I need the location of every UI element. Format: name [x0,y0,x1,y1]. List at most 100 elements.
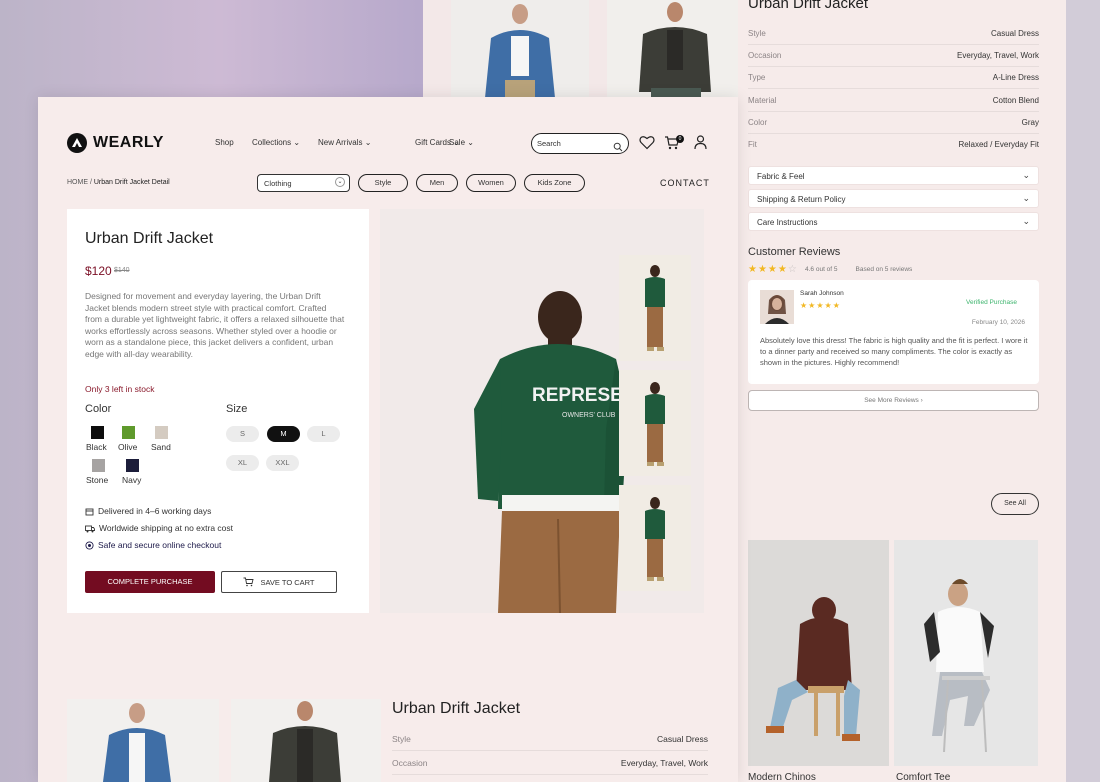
related-product-image[interactable] [894,540,1038,766]
nav-label: New Arrivals [318,138,363,147]
feature-text: Worldwide shipping at no extra cost [99,523,234,533]
stock-status: Only 3 left in stock [85,384,155,394]
breadcrumb-current: Urban Drift Jacket Detail [93,179,170,186]
reviewer-name: Sarah Johnson [800,290,844,297]
review-text: Absolutely love this dress! The fabric i… [760,336,1028,367]
nav-label: Collections [252,138,292,147]
nav-new-arrivals[interactable]: New Arrivals ⌄ [318,138,371,147]
accordion-label: Fabric & Feel [757,172,805,181]
see-all-button[interactable]: See All [991,493,1039,515]
chevron-down-icon: ⌄ [1022,170,1030,180]
rating-value: 4.6 out of 5 [805,266,838,273]
filter-chip-kids-zone[interactable]: Kids Zone [524,174,585,192]
related-product-name[interactable]: Modern Chinos [748,772,816,782]
chevron-down-icon: ⌄ [467,138,474,147]
size-option-s[interactable]: S [226,426,259,442]
product-page-main: WEARLY Shop Collections ⌄ New Arrivals ⌄… [38,97,738,782]
product-description: Designed for movement and everyday layer… [85,291,345,359]
complete-purchase-button[interactable]: COMPLETE PURCHASE [85,571,215,593]
brand-logo[interactable]: WEARLY [67,133,164,153]
svg-text:OWNERS' CLUB: OWNERS' CLUB [562,412,616,419]
filter-chip-men[interactable]: Men [416,174,458,192]
save-to-cart-button[interactable]: SAVE TO CART [221,571,337,593]
search-input[interactable]: Search [531,133,629,154]
spec-row: Material Cotton Blend [748,90,1039,112]
spec-value: Casual Dress [656,734,708,744]
size-option-xl[interactable]: XL [226,455,259,471]
accordion-fabric[interactable]: Fabric & Feel ⌄ [748,166,1039,185]
cart-count-badge: 0 [676,135,684,143]
search-placeholder: Search [537,139,561,148]
color-label: Black [86,442,107,452]
nav-label: Sale [449,138,466,147]
product-main-image: REPRESENT OWNERS' CLUB [380,209,704,613]
color-swatch-navy[interactable] [126,459,139,472]
chevron-down-icon: ⌄ [1022,193,1030,203]
size-option-l[interactable]: L [307,426,340,442]
denim-jacket-photo[interactable] [67,699,219,782]
related-product-image[interactable] [748,540,889,766]
chevron-down-icon: ⌄ [293,138,301,147]
accordion-label: Care Instructions [757,218,818,227]
size-option-xxl[interactable]: XXL [266,455,299,471]
color-label: Sand [151,442,171,452]
feature-text: Safe and secure online checkout [98,540,222,550]
color-label: Olive [118,442,138,452]
spec-row: Color Gray [748,112,1039,134]
size-option-m[interactable]: M [267,426,300,442]
heart-icon[interactable] [639,135,655,155]
spec-value: A-Line Dress [992,73,1039,82]
color-heading: Color [85,403,112,415]
spec-key: Occasion [392,758,428,768]
color-swatch-olive[interactable] [122,426,135,439]
product-info-card: Urban Drift Jacket $120 $140 Designed fo… [67,209,369,613]
search-icon[interactable] [613,139,623,157]
product-price: $120 [85,264,112,278]
user-icon[interactable] [694,135,707,155]
related-product-name[interactable]: Comfort Tee [896,772,950,782]
nav-collections[interactable]: Collections ⌄ [252,138,300,147]
product-old-price: $140 [114,267,130,274]
contact-link[interactable]: CONTACT [660,178,710,188]
color-swatch-stone[interactable] [92,459,105,472]
chevron-down-icon: ⌄ [364,138,372,147]
category-select-value: Clothing [264,179,292,188]
spec-row: Style Casual Dress [392,727,708,751]
accordion-shipping[interactable]: Shipping & Return Policy ⌄ [748,189,1039,208]
color-label: Navy [122,475,142,485]
nav-sale[interactable]: Sale ⌄ [449,138,474,147]
color-swatch-sand[interactable] [155,426,168,439]
color-swatch-black[interactable] [91,426,104,439]
category-select[interactable]: Clothing ⌄ [257,174,350,192]
filter-chip-women[interactable]: Women [466,174,516,192]
spec-value: Gray [1021,118,1039,127]
filter-chip-style[interactable]: Style [358,174,408,192]
feature-shipping: Worldwide shipping at no extra cost [85,523,233,533]
spec-key: Style [748,29,766,38]
rating-stars: ★★★★☆ [748,264,798,275]
leather-shirt-photo[interactable] [231,699,381,782]
review-stars: ★★★★★ [800,301,841,310]
color-label: Stone [86,475,109,485]
spec-key: Material [748,96,777,105]
product-thumbnail[interactable] [619,370,691,476]
spec-key: Occasion [748,51,782,60]
product-thumbnail[interactable] [619,485,691,591]
nav-shop[interactable]: Shop [215,138,234,147]
product-detail-side-panel: Urban Drift Jacket Style Casual Dress Occ… [738,0,1066,782]
breadcrumb: HOME / Urban Drift Jacket Detail [67,179,170,186]
accordion-care[interactable]: Care Instructions ⌄ [748,212,1039,231]
chevron-down-icon: ⌄ [1022,216,1030,226]
breadcrumb-home[interactable]: HOME / [67,179,92,186]
spec-row: Occasion Everyday, Travel, Work [748,45,1039,67]
truck-icon [85,525,95,532]
save-to-cart-label: SAVE TO CART [260,577,315,587]
spec-row: Occasion Everyday, Travel, Work [392,751,708,775]
spec-value: Everyday, Travel, Work [957,51,1039,60]
spec-row: Style Casual Dress [748,23,1039,45]
spec-key: Fit [748,140,757,149]
leather-shirt-photo [607,0,743,98]
see-more-reviews-button[interactable]: See More Reviews › [748,390,1039,411]
product-thumbnail[interactable] [619,255,691,361]
background-gallery-panel [423,0,743,98]
